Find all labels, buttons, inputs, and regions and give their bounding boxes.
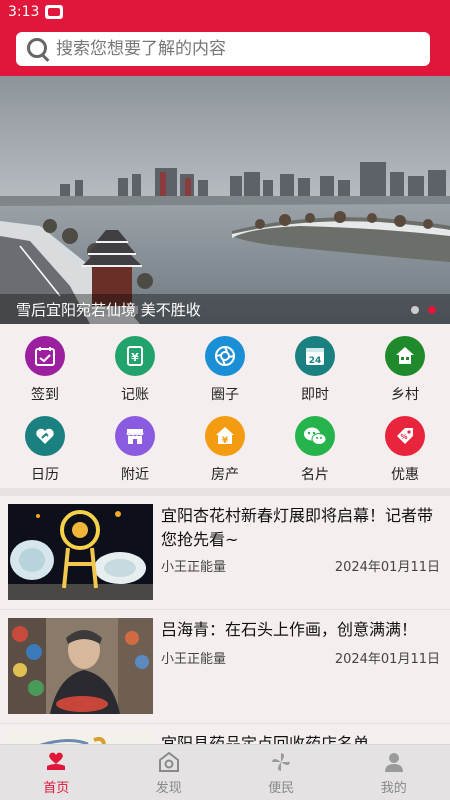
tab-label: 我的 — [380, 780, 407, 796]
app-notification-icon — [45, 5, 64, 19]
tab-home[interactable]: 首页 — [0, 745, 113, 800]
status-time: 3:13 — [8, 4, 40, 20]
svg-text:¥: ¥ — [222, 436, 229, 446]
status-bar: 3:13 — [0, 0, 450, 24]
clock-24-icon: 24 — [295, 336, 335, 376]
svg-text:24: 24 — [309, 356, 322, 366]
grid-item-label: 即时 — [301, 387, 329, 403]
news-list: 宜阳杏花村新春灯展即将启幕！记者带您抢先看~ 小王正能量 2024年01月11日… — [0, 496, 450, 744]
grid-item-label: 名片 — [301, 467, 329, 483]
grid-item-label: 房产 — [211, 467, 239, 483]
discover-icon — [158, 751, 179, 772]
discount-tag-icon: % — [385, 416, 425, 456]
heart-hand-icon — [25, 416, 65, 456]
home-icon — [47, 752, 66, 770]
grid-item-label: 日历 — [31, 467, 59, 483]
grid-item-nearby[interactable]: 附近 — [100, 404, 170, 483]
function-grid: 签到 ¥ 记账 圈子 24 即时 乡村 日历 附近 ¥ 房产 名片 % 优惠 — [0, 324, 450, 486]
header — [0, 24, 450, 76]
tab-label: 发现 — [155, 780, 182, 796]
section-divider — [0, 488, 450, 496]
tab-discover[interactable]: 发现 — [113, 745, 226, 800]
news-item[interactable]: 宜阳县药品定点回收药店名单 — [0, 724, 450, 744]
banner-carousel[interactable]: 雪后宜阳宛若仙境 美不胜收 — [0, 76, 450, 324]
grid-item-village[interactable]: 乡村 — [370, 324, 440, 403]
svg-text:%: % — [400, 433, 407, 441]
news-author: 小王正能量 — [161, 652, 227, 667]
village-house-icon — [385, 336, 425, 376]
grid-item-label: 签到 — [31, 387, 59, 403]
news-thumbnail — [8, 732, 153, 744]
news-date: 2024年01月11日 — [334, 560, 440, 575]
news-title: 宜阳杏花村新春灯展即将启幕！记者带您抢先看~ — [161, 506, 434, 549]
pinwheel-icon — [272, 752, 291, 771]
user-icon — [384, 752, 403, 772]
tab-label: 便民 — [268, 780, 295, 796]
news-title: 吕海青：在石头上作画，创意满满！ — [161, 620, 418, 639]
grid-item-ledger[interactable]: ¥ 记账 — [100, 324, 170, 403]
news-date: 2024年01月11日 — [334, 652, 440, 667]
yen-house-icon: ¥ — [205, 416, 245, 456]
calendar-check-icon — [25, 336, 65, 376]
tab-service[interactable]: 便民 — [225, 745, 338, 800]
grid-item-checkin[interactable]: 签到 — [10, 324, 80, 403]
svg-text:¥: ¥ — [131, 351, 139, 364]
news-item[interactable]: 吕海青：在石头上作画，创意满满！ 小王正能量 2024年01月11日 — [0, 610, 450, 724]
banner-caption: 雪后宜阳宛若仙境 美不胜收 — [16, 300, 201, 319]
aperture-icon — [205, 336, 245, 376]
grid-item-label: 圈子 — [211, 387, 239, 403]
news-thumbnail — [8, 618, 153, 714]
grid-item-label: 记账 — [121, 387, 149, 403]
wechat-icon — [295, 416, 335, 456]
grid-item-label: 优惠 — [391, 467, 419, 483]
grid-item-circle[interactable]: 圈子 — [190, 324, 260, 403]
yen-ledger-icon: ¥ — [115, 336, 155, 376]
grid-item-instant[interactable]: 24 即时 — [280, 324, 350, 403]
search-icon — [26, 37, 50, 61]
grid-item-discount[interactable]: % 优惠 — [370, 404, 440, 483]
news-item[interactable]: 宜阳杏花村新春灯展即将启幕！记者带您抢先看~ 小王正能量 2024年01月11日 — [0, 496, 450, 610]
search-input[interactable] — [56, 39, 406, 59]
grid-item-card[interactable]: 名片 — [280, 404, 350, 483]
banner-image — [0, 76, 450, 324]
tab-profile[interactable]: 我的 — [338, 745, 450, 800]
tab-label: 首页 — [43, 780, 70, 796]
news-author: 小王正能量 — [161, 560, 227, 575]
grid-item-label: 乡村 — [391, 387, 419, 403]
news-title: 宜阳县药品定点回收药店名单 — [161, 734, 370, 744]
grid-item-calendar[interactable]: 日历 — [10, 404, 80, 483]
carousel-dot[interactable] — [411, 306, 419, 314]
bottom-tab-bar: 首页 发现 便民 我的 — [0, 744, 450, 800]
shop-icon — [115, 416, 155, 456]
banner-caption-bar: 雪后宜阳宛若仙境 美不胜收 — [0, 294, 450, 324]
grid-item-label: 附近 — [121, 467, 149, 483]
search-bar[interactable] — [16, 32, 430, 66]
carousel-indicator — [411, 306, 436, 314]
grid-item-property[interactable]: ¥ 房产 — [190, 404, 260, 483]
news-thumbnail — [8, 504, 153, 600]
carousel-dot-active[interactable] — [428, 306, 436, 314]
